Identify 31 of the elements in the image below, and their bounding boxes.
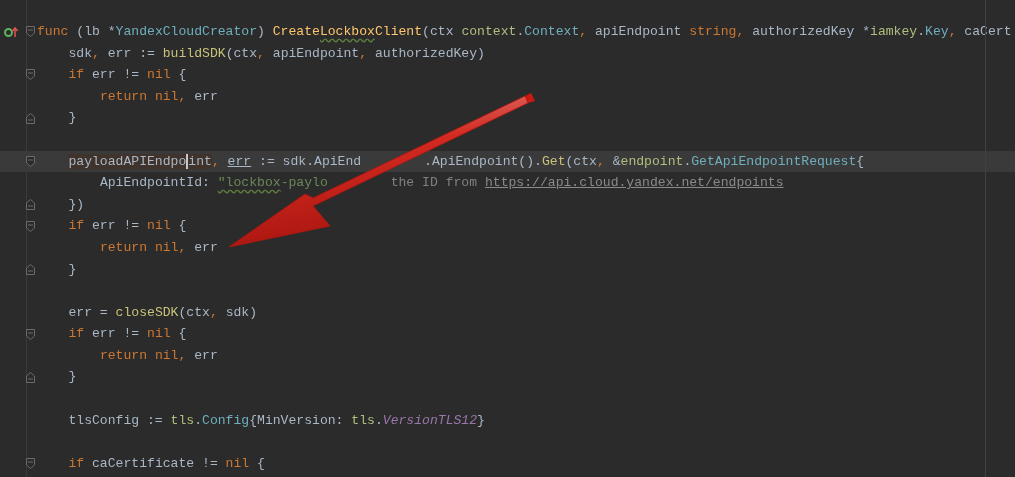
code-text: payloadAPIEndpo int, err := sdk.ApiEnd (67, 152, 362, 171)
code-text: if caCertificate != nil { (67, 454, 265, 473)
code-text: sdk, err := buildSDK(ctx, apiEndpoint, authorizedKey) (67, 44, 485, 63)
code-text: } (67, 368, 77, 387)
code-text: return nil, err (98, 346, 218, 365)
fold-icon[interactable] (26, 220, 35, 232)
code-text: } (67, 109, 77, 128)
fold-icon[interactable] (26, 155, 35, 167)
url-link[interactable]: https://api.cloud.yandex.net/endpoints (484, 173, 784, 193)
code-text: tlsConfig := tls.Config{MinVersion: tls.VersionTLS12} (67, 411, 485, 430)
fold-icon[interactable] (26, 458, 35, 470)
code-text: err = closeSDK(ctx, sdk) (67, 303, 258, 322)
fold-icon[interactable] (26, 371, 35, 383)
code-text: if err != nil { (67, 217, 187, 236)
fold-icon[interactable] (26, 112, 35, 124)
fold-icon[interactable] (26, 328, 35, 340)
code-text: func (lb *YandexCloudCreator) CreateLockboxClient(ctx context.Context, apiEndpoint string, authorizedKey *iamkey.Key, caCert (37, 22, 1012, 41)
code-text: if err != nil { (67, 66, 187, 85)
fold-icon[interactable] (26, 199, 35, 211)
code-text: ApiEndpointId: "lockbox-paylo (98, 174, 328, 193)
code-text: return nil, err (98, 238, 218, 257)
gutter-marker-icon[interactable] (4, 25, 18, 38)
code-text: return nil, err (98, 87, 218, 106)
code-text: if err != nil { (67, 325, 187, 344)
fold-icon[interactable] (26, 69, 35, 81)
code-text: }) (67, 195, 85, 214)
code-text: } (67, 260, 77, 279)
fold-icon[interactable] (26, 263, 35, 275)
code-text: .ApiEndpoint().Get(ctx, &endpoint.GetApiEndpointRequest{ (424, 152, 865, 171)
code-text: the ID from (390, 174, 479, 193)
fold-icon[interactable] (26, 26, 35, 38)
